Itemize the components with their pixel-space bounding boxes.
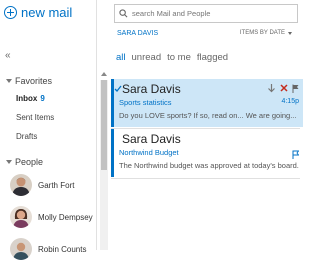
person-name: Robin Counts <box>38 244 87 254</box>
avatar <box>10 238 32 260</box>
message-sender: Sara Davis <box>122 82 181 96</box>
message-preview: Do you LOVE sports? If so, read on... We… <box>119 111 297 120</box>
search-icon <box>119 9 128 18</box>
search-box[interactable] <box>114 4 298 23</box>
message-actions <box>292 150 299 159</box>
flag-icon[interactable] <box>292 84 299 93</box>
person-name: Molly Dempsey <box>38 212 93 222</box>
folder-label: Inbox <box>16 94 38 103</box>
filter-flagged[interactable]: flagged <box>197 52 228 63</box>
favorites-header[interactable]: Favorites <box>6 76 52 86</box>
move-down-icon[interactable] <box>267 83 276 93</box>
avatar <box>10 206 32 228</box>
message-subject: Sports statistics <box>119 98 172 107</box>
folder-inbox[interactable]: Inbox 9 <box>16 94 45 103</box>
person-robin-counts[interactable]: Robin Counts <box>10 238 86 260</box>
person-name: Garth Fort <box>38 180 75 190</box>
left-pane: new mail « Favorites Inbox 9 Sent Items D… <box>0 0 96 260</box>
sort-label: ITEMS BY DATE <box>239 30 285 36</box>
expand-triangle-icon <box>6 160 12 164</box>
message-item[interactable]: Sara Davis Northwind Budget The Northwin… <box>111 129 303 177</box>
collapse-pane-button[interactable]: « <box>5 50 11 61</box>
mailbox-owner-link[interactable]: SARA DAVIS <box>117 30 158 37</box>
folder-drafts[interactable]: Drafts <box>16 132 37 141</box>
new-mail-label: new mail <box>21 5 73 20</box>
scrollbar-thumb[interactable] <box>101 80 107 170</box>
checkmark-icon[interactable] <box>114 85 122 93</box>
sort-dropdown[interactable]: ITEMS BY DATE <box>240 30 292 36</box>
scroll-up-arrow-icon[interactable] <box>101 72 107 76</box>
message-sender: Sara Davis <box>122 132 181 146</box>
person-molly-dempsey[interactable]: Molly Dempsey <box>10 206 93 228</box>
message-preview: The Northwind budget was approved at tod… <box>119 161 299 170</box>
filter-all[interactable]: all <box>116 52 126 63</box>
list-divider <box>111 178 300 179</box>
unread-count-badge: 9 <box>40 94 45 103</box>
search-input[interactable] <box>132 9 282 18</box>
flag-icon[interactable] <box>292 150 299 159</box>
new-mail-button[interactable]: new mail <box>4 5 72 20</box>
message-item-selected[interactable]: Sara Davis Sports statistics 4:15p Do yo… <box>111 79 303 127</box>
chevron-down-icon <box>288 31 292 35</box>
message-subject: Northwind Budget <box>119 148 179 157</box>
filter-unread[interactable]: unread <box>132 52 162 63</box>
plus-circle-icon <box>4 6 17 19</box>
message-time: 4:15p <box>281 98 299 105</box>
filter-to-me[interactable]: to me <box>167 52 191 63</box>
filter-tabs: all unread to me flagged <box>116 52 228 63</box>
person-garth-fort[interactable]: Garth Fort <box>10 174 74 196</box>
avatar <box>10 174 32 196</box>
message-actions <box>267 83 299 93</box>
folder-sent-items[interactable]: Sent Items <box>16 113 54 122</box>
delete-icon[interactable] <box>280 84 288 92</box>
people-header[interactable]: People <box>6 157 43 167</box>
expand-triangle-icon <box>6 79 12 83</box>
